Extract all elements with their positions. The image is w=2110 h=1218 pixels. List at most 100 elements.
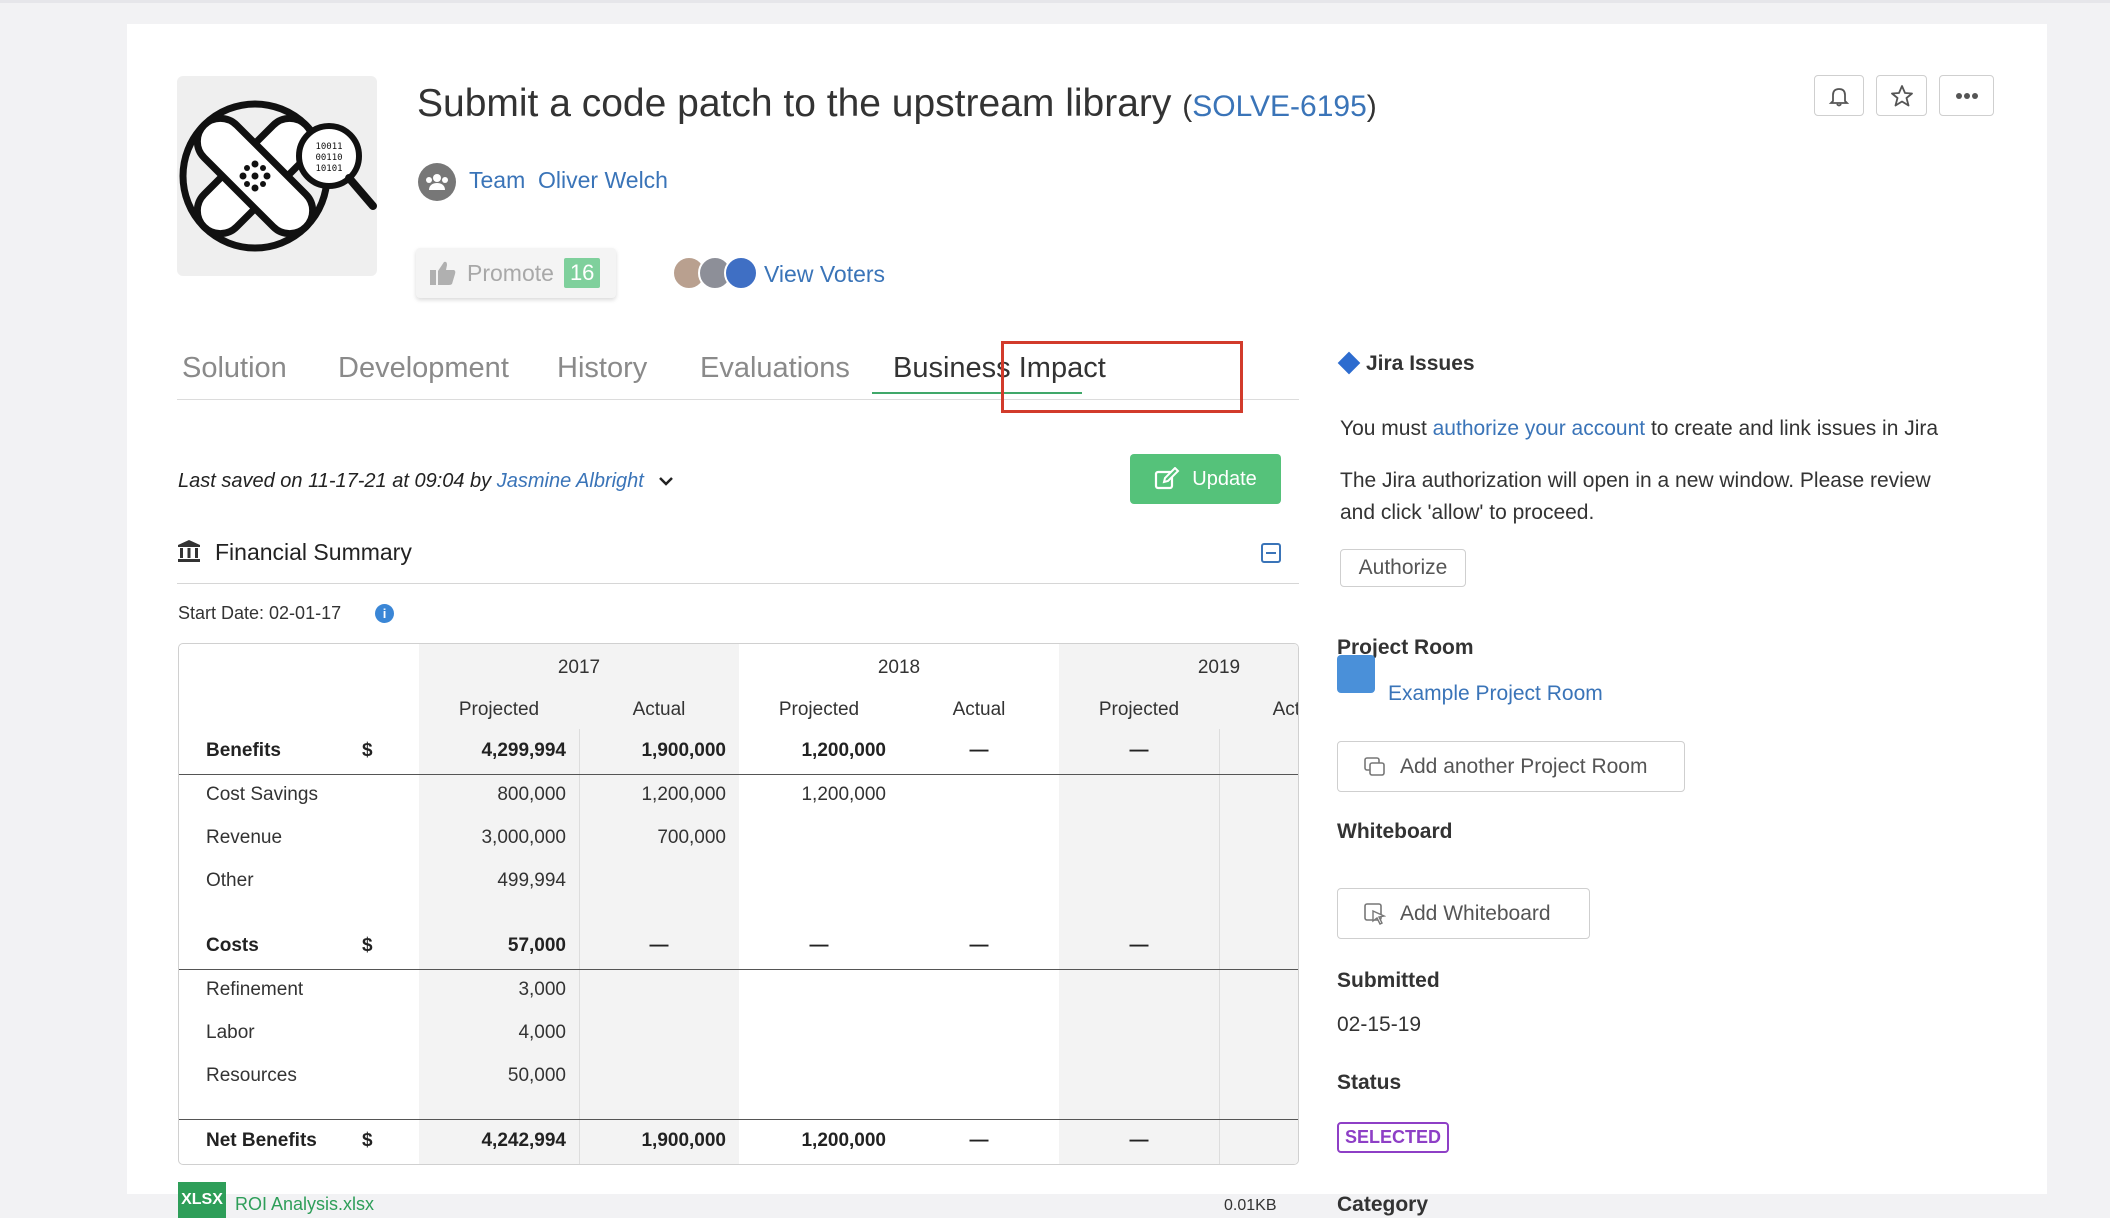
tab-history[interactable]: History: [557, 352, 647, 385]
notifications-button[interactable]: [1814, 75, 1864, 116]
top-divider: [0, 0, 2110, 3]
revenue-2017-actual: 700,000: [657, 827, 726, 848]
costs-2018-projected: —: [809, 935, 829, 956]
cost-savings-2017-actual: 1,200,000: [641, 784, 726, 805]
page-title: Submit a code patch to the upstream libr…: [417, 82, 1377, 126]
costs-2019-projected: —: [1129, 935, 1149, 956]
authorize-account-link[interactable]: authorize your account: [1433, 417, 1645, 440]
bandage-magnifier-icon: 10011 00110 10101: [179, 100, 377, 252]
labor-2017-projected: 4,000: [518, 1022, 566, 1043]
xlsx-file-icon: XLSX: [178, 1182, 226, 1218]
jira-text-pre: You must: [1340, 417, 1427, 440]
costs-2017-projected: 57,000: [507, 935, 566, 956]
refinement-2017-projected: 3,000: [518, 979, 566, 1000]
tab-evaluations[interactable]: Evaluations: [700, 352, 850, 385]
tab-development[interactable]: Development: [338, 352, 509, 385]
team-icon: [418, 163, 456, 201]
submitted-title: Submitted: [1337, 969, 1440, 992]
jira-issues-title: Jira Issues: [1366, 352, 1475, 375]
benefits-2017-actual: 1,900,000: [641, 740, 726, 761]
bank-icon: [178, 540, 200, 562]
more-options-button[interactable]: [1939, 75, 1994, 116]
attachment-link[interactable]: ROI Analysis.xlsx: [235, 1194, 374, 1215]
status-badge: SELECTED: [1337, 1122, 1450, 1153]
row-label-labor: Labor: [206, 1022, 255, 1043]
subheader-projected: Projected: [778, 699, 860, 720]
currency-symbol: $: [362, 740, 373, 761]
last-saved-text: Last saved on 11-17-21 at 09:04 by: [178, 470, 492, 492]
whiteboard-icon: [1364, 902, 1386, 925]
thumbs-up-icon: [430, 261, 456, 285]
authorize-button[interactable]: Authorize: [1340, 549, 1466, 587]
favorite-button[interactable]: [1876, 75, 1927, 116]
title-paren-close: ): [1366, 90, 1377, 123]
chevron-down-icon[interactable]: [657, 475, 675, 487]
financial-table: 2017 2018 2019 Projected Actual Projecte…: [178, 643, 1299, 1165]
row-label-other: Other: [206, 870, 254, 891]
row-label-resources: Resources: [206, 1065, 297, 1086]
revenue-2017-projected: 3,000,000: [481, 827, 566, 848]
status-title: Status: [1337, 1071, 1402, 1094]
subheader-actual: Actual: [1272, 699, 1299, 720]
submitted-date: 02-15-19: [1337, 1013, 1422, 1036]
view-voters-link[interactable]: View Voters: [764, 261, 885, 288]
idea-logo: 10011 00110 10101: [177, 76, 377, 276]
net-benefits-2017-projected: 4,242,994: [481, 1130, 566, 1151]
promote-button[interactable]: Promote 16: [416, 248, 616, 298]
info-icon[interactable]: i: [375, 604, 394, 623]
logo-binary-1: 10011: [315, 142, 342, 152]
bell-icon: [1828, 87, 1850, 106]
year-header-2019: 2019: [1197, 657, 1241, 678]
benefits-2018-actual: —: [969, 740, 989, 761]
title-text: Submit a code patch to the upstream libr…: [417, 82, 1172, 125]
subheader-projected: Projected: [458, 699, 540, 720]
year-column-bg-2019: [1059, 644, 1298, 1164]
promote-count: 16: [563, 258, 601, 288]
row-label-refinement: Refinement: [206, 979, 304, 1000]
update-button[interactable]: Update: [1130, 454, 1281, 504]
project-room-link[interactable]: Example Project Room: [1388, 682, 1603, 706]
tab-highlight-box: [1001, 341, 1243, 413]
whiteboard-title: Whiteboard: [1337, 820, 1453, 843]
benefits-2017-projected: 4,299,994: [481, 740, 566, 761]
row-divider: [179, 969, 1298, 970]
ellipsis-icon: [1955, 92, 1978, 99]
row-label-revenue: Revenue: [206, 827, 283, 848]
start-date: Start Date: 02-01-17: [178, 603, 342, 623]
update-label: Update: [1192, 467, 1257, 490]
jira-note-line-1: The Jira authorization will open in a ne…: [1340, 469, 1931, 492]
row-divider: [179, 1119, 1298, 1120]
other-2017-projected: 499,994: [497, 870, 566, 891]
copy-icon: [1364, 756, 1385, 776]
tab-solution[interactable]: Solution: [182, 352, 287, 385]
jira-text-post: to create and link issues in Jira: [1650, 417, 1939, 440]
idea-page: 10011 00110 10101 Submit a code patch to…: [127, 24, 2047, 1218]
row-label-benefits: Benefits: [206, 740, 281, 761]
collapse-icon[interactable]: [1261, 543, 1281, 563]
net-benefits-2018-projected: 1,200,000: [801, 1130, 886, 1151]
team-link[interactable]: Team Oliver Welch: [469, 167, 668, 194]
cost-savings-2017-projected: 800,000: [497, 784, 566, 805]
row-label-cost-savings: Cost Savings: [206, 784, 318, 805]
section-divider: [177, 583, 1299, 584]
jira-icon: [1337, 351, 1361, 375]
category-title: Category: [1337, 1193, 1429, 1216]
add-whiteboard-button[interactable]: Add Whiteboard: [1337, 888, 1590, 939]
column-divider: [1219, 729, 1220, 1164]
logo-binary-2: 00110: [315, 153, 342, 163]
last-saved-user-link[interactable]: Jasmine Albright: [497, 470, 644, 492]
add-whiteboard-label: Add Whiteboard: [1400, 901, 1551, 925]
voter-avatar[interactable]: [724, 256, 758, 290]
net-benefits-2019-projected: —: [1129, 1130, 1149, 1151]
last-saved-info: Last saved on 11-17-21 at 09:04 by Jasmi…: [178, 470, 675, 493]
issue-key-link[interactable]: SOLVE-6195: [1192, 90, 1367, 123]
edit-icon: [1155, 467, 1180, 490]
net-benefits-2017-actual: 1,900,000: [641, 1130, 726, 1151]
add-project-room-button[interactable]: Add another Project Room: [1337, 741, 1685, 792]
jira-note-line-2: and click 'allow' to proceed.: [1340, 501, 1595, 524]
currency-symbol: $: [362, 1130, 373, 1151]
title-paren-open: (: [1182, 90, 1193, 123]
subheader-actual: Actual: [952, 699, 1006, 720]
logo-binary-3: 10101: [315, 164, 342, 174]
year-header-2018: 2018: [877, 657, 921, 678]
